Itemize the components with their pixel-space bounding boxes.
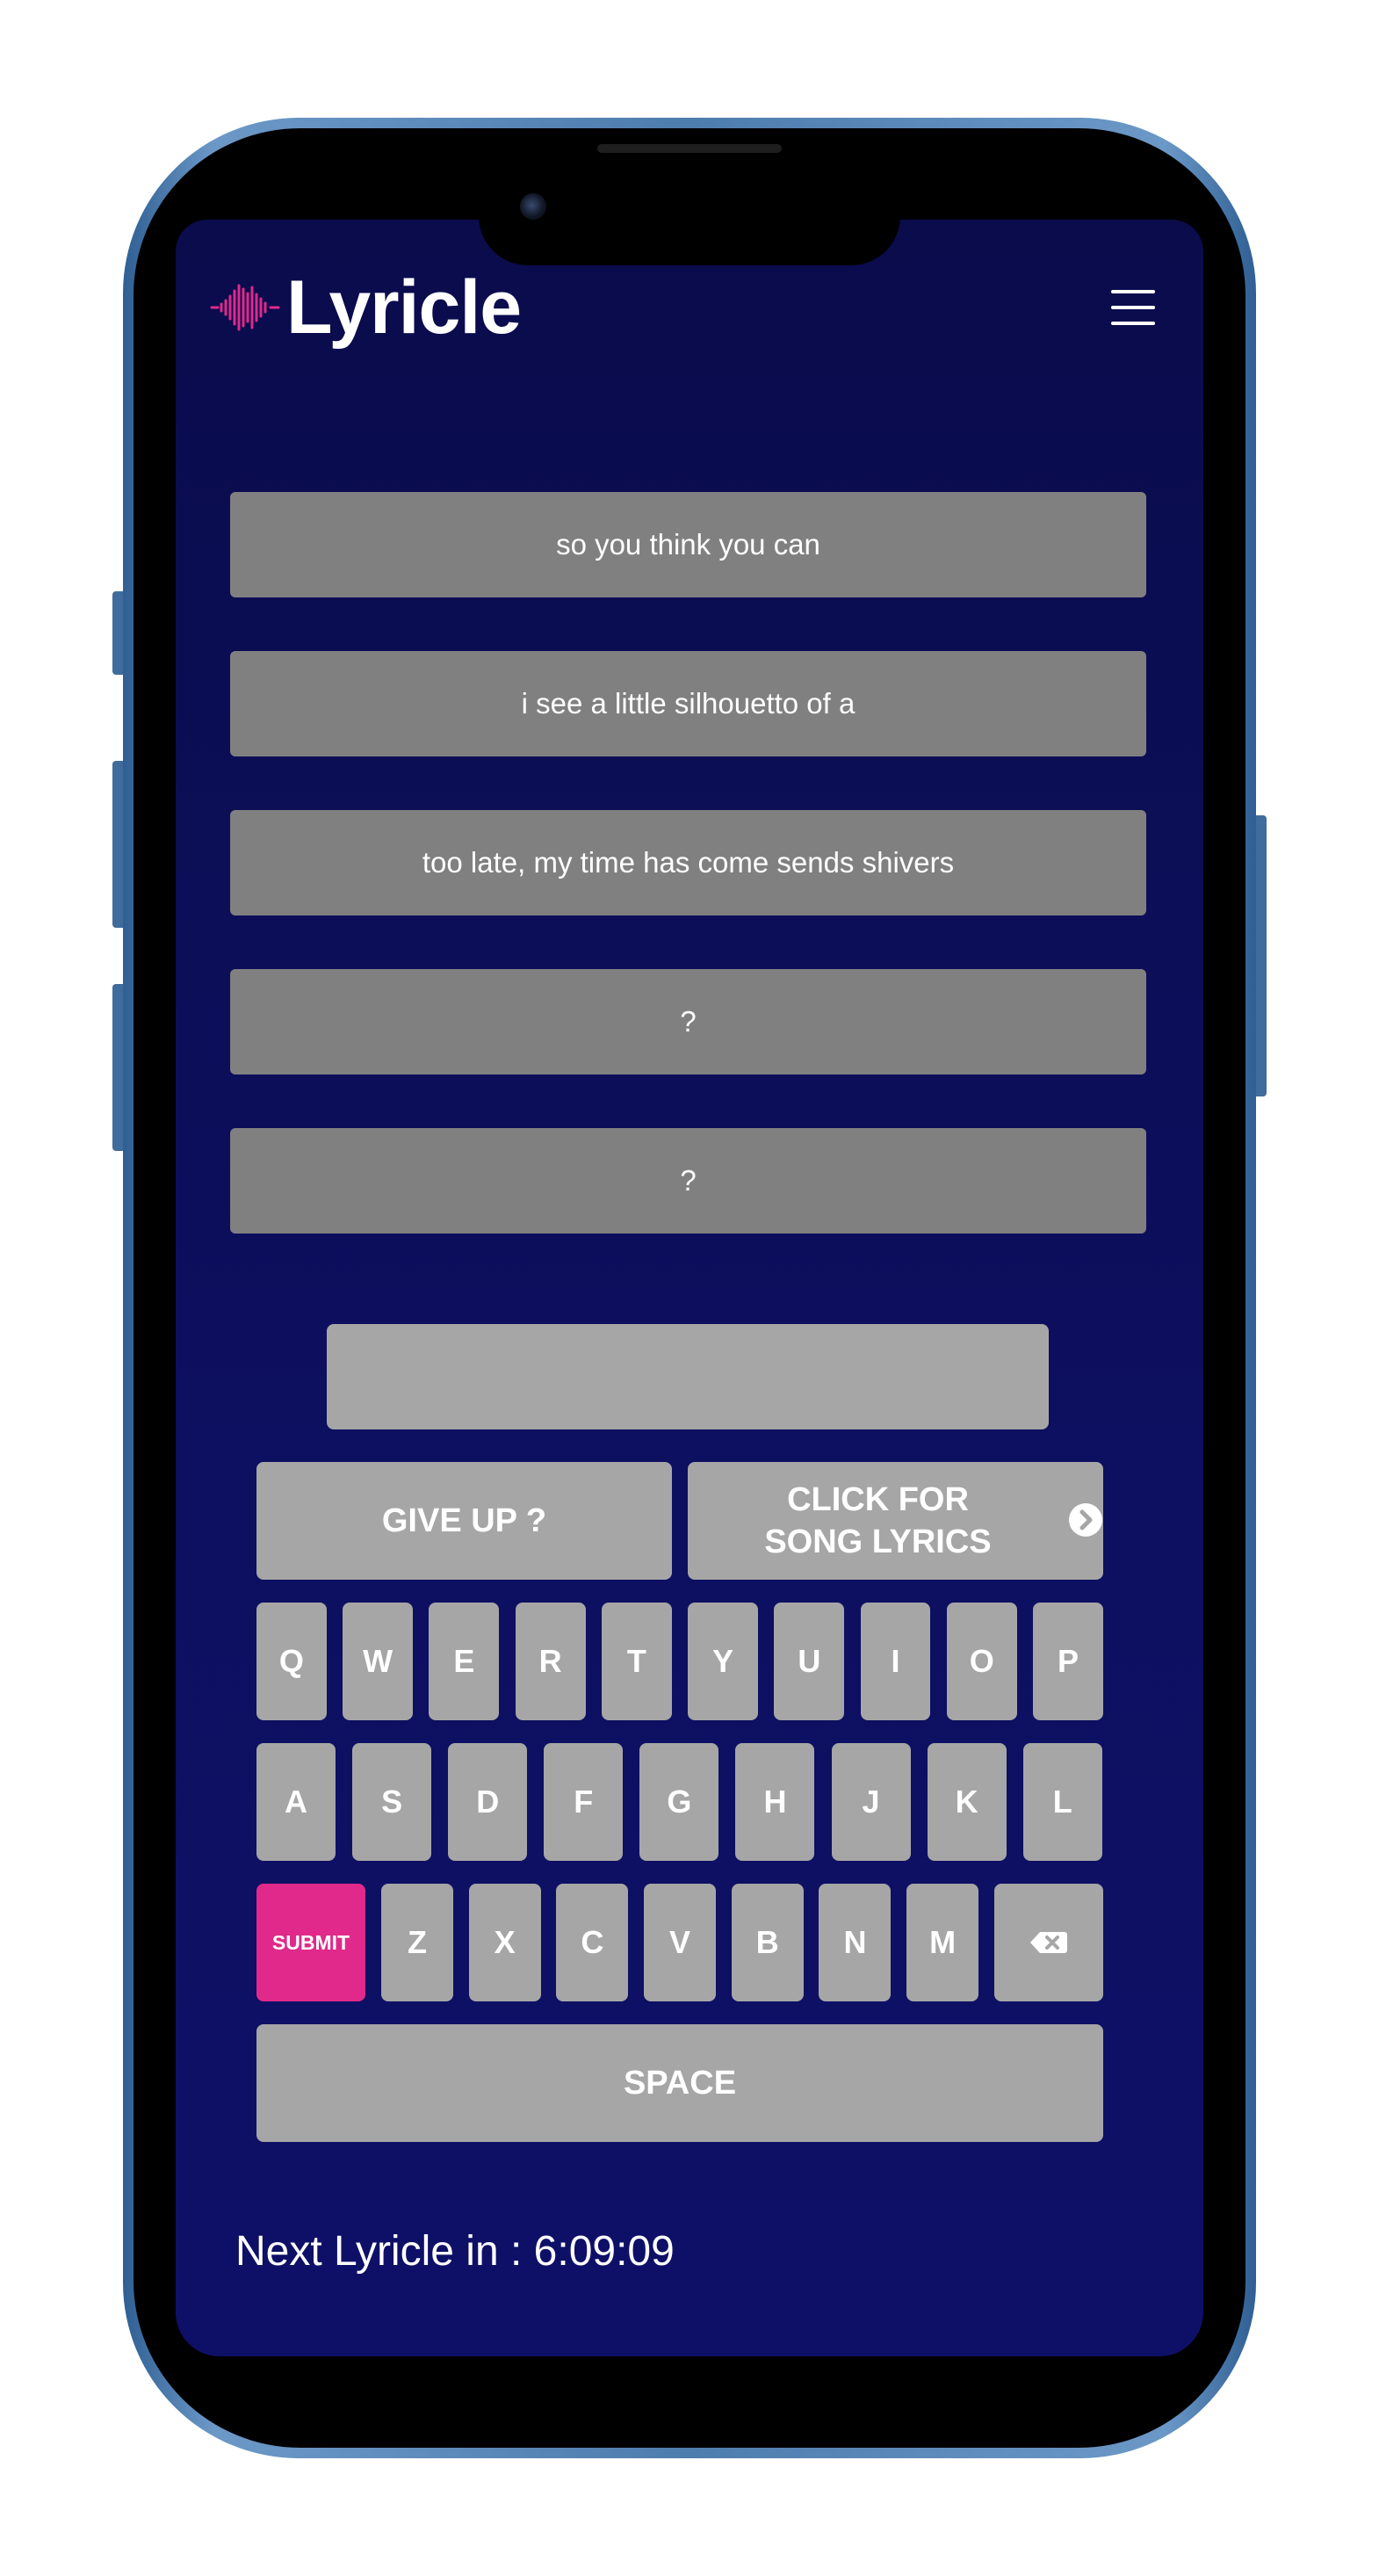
key-g[interactable]: G	[639, 1743, 719, 1861]
app-screen: Lyricle so you think you can i see a lit…	[176, 220, 1203, 2356]
chevron-right-circle-icon	[1069, 1503, 1102, 1537]
key-l[interactable]: L	[1022, 1743, 1102, 1861]
app-logo[interactable]: Lyricle	[209, 265, 522, 350]
key-o[interactable]: O	[946, 1603, 1017, 1720]
key-m[interactable]: M	[906, 1884, 979, 2001]
soundwave-icon	[210, 284, 280, 331]
song-lyrics-button[interactable]: CLICK FOR SONG LYRICS	[688, 1462, 1103, 1580]
key-w[interactable]: W	[343, 1603, 414, 1720]
lyric-lines: so you think you can i see a little silh…	[230, 492, 1146, 1287]
give-up-button[interactable]: GIVE UP ?	[256, 1462, 672, 1580]
lyric-line-hidden: ?	[230, 1128, 1146, 1234]
lyric-line: so you think you can	[230, 492, 1146, 597]
backspace-button[interactable]	[993, 1884, 1103, 2001]
key-c[interactable]: C	[556, 1884, 629, 2001]
front-camera	[520, 193, 546, 220]
key-x[interactable]: X	[468, 1884, 541, 2001]
key-r[interactable]: R	[515, 1603, 586, 1720]
key-s[interactable]: S	[352, 1743, 432, 1861]
key-k[interactable]: K	[927, 1743, 1007, 1861]
song-lyrics-label: CLICK FOR SONG LYRICS	[764, 1481, 992, 1560]
app-title: Lyricle	[286, 265, 522, 350]
phone-speaker	[597, 144, 782, 153]
key-i[interactable]: I	[860, 1603, 931, 1720]
lyric-line: too late, my time has come sends shivers	[230, 810, 1146, 915]
lyric-line: i see a little silhouetto of a	[230, 651, 1146, 756]
key-p[interactable]: P	[1033, 1603, 1103, 1720]
key-j[interactable]: J	[831, 1743, 911, 1861]
key-t[interactable]: T	[601, 1603, 672, 1720]
submit-button[interactable]: SUBMIT	[256, 1884, 365, 2001]
key-b[interactable]: B	[731, 1884, 804, 2001]
lyric-line-hidden: ?	[230, 969, 1146, 1075]
key-d[interactable]: D	[448, 1743, 528, 1861]
guess-input[interactable]	[327, 1324, 1049, 1429]
key-y[interactable]: Y	[688, 1603, 759, 1720]
key-q[interactable]: Q	[256, 1603, 327, 1720]
key-u[interactable]: U	[774, 1603, 845, 1720]
key-z[interactable]: Z	[381, 1884, 453, 2001]
key-e[interactable]: E	[429, 1603, 500, 1720]
key-h[interactable]: H	[735, 1743, 815, 1861]
hamburger-menu-icon[interactable]	[1111, 290, 1155, 325]
keyboard-row-1: Q W E R T Y U I O P	[256, 1603, 1103, 1720]
key-a[interactable]: A	[256, 1743, 336, 1861]
keyboard-row-3: SUBMIT Z X C V B N M	[256, 1884, 1103, 2001]
key-v[interactable]: V	[644, 1884, 717, 2001]
next-lyricle-countdown: Next Lyricle in : 6:09:09	[235, 2228, 675, 2275]
key-f[interactable]: F	[544, 1743, 624, 1861]
keyboard-row-2: A S D F G H J K L	[256, 1743, 1103, 1861]
give-up-label: GIVE UP ?	[381, 1502, 547, 1539]
space-key[interactable]: SPACE	[256, 2024, 1103, 2142]
key-n[interactable]: N	[819, 1884, 892, 2001]
backspace-icon	[1029, 1932, 1067, 1953]
